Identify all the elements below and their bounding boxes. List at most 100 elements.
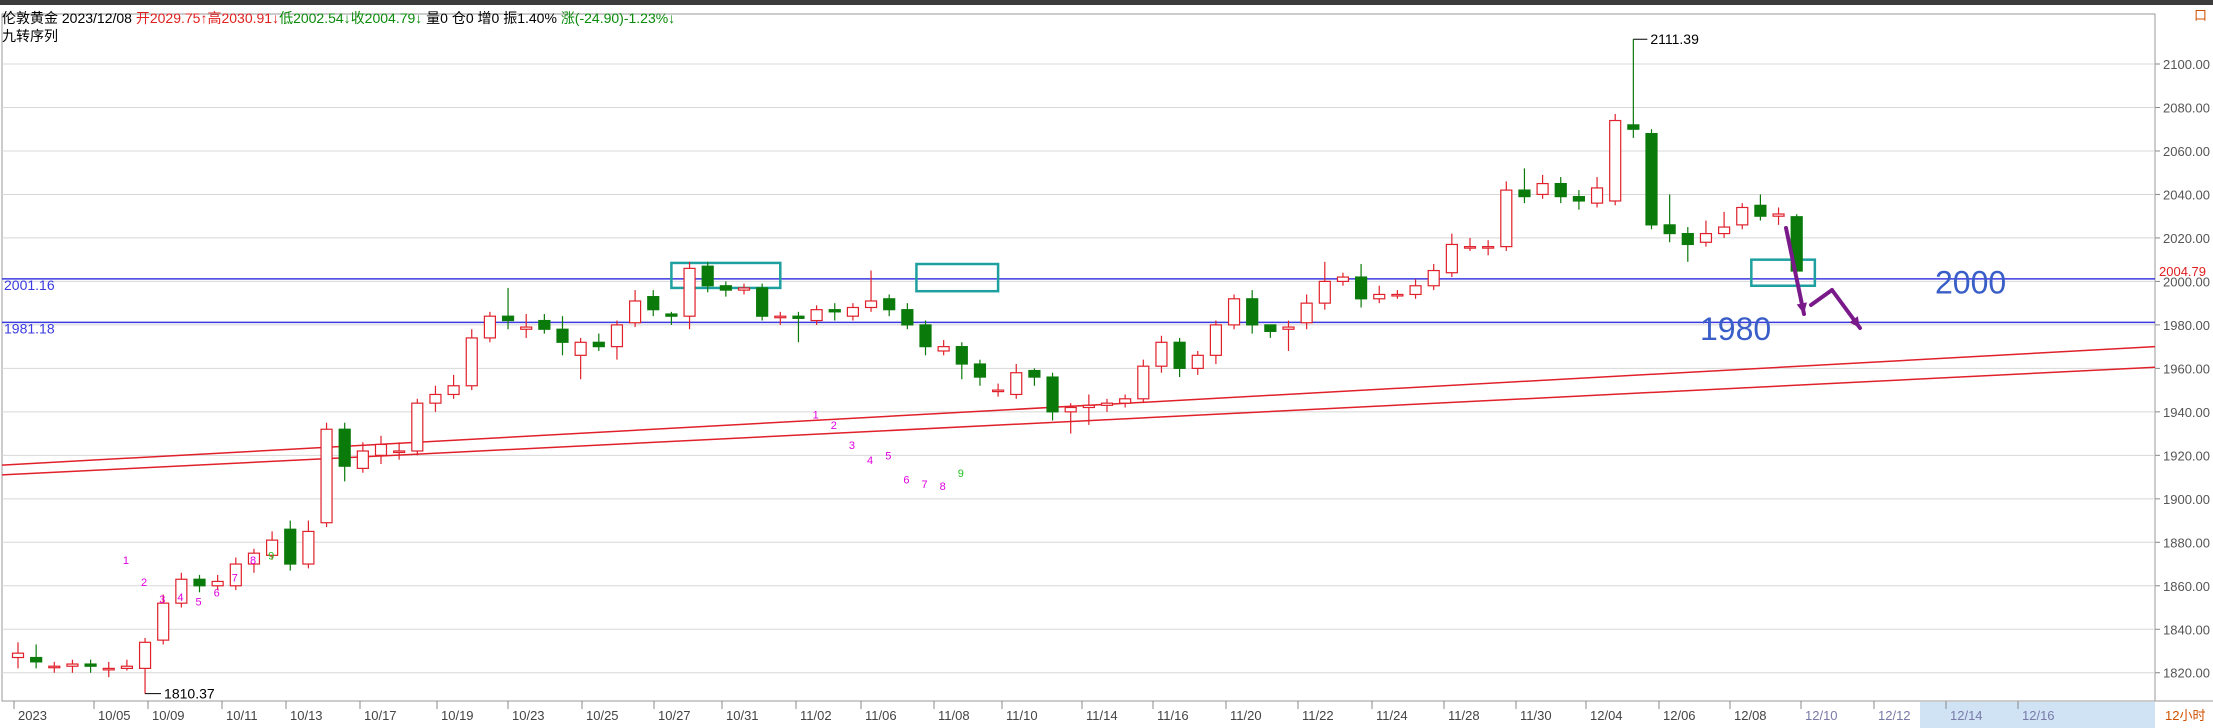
indicator-name: 九转序列: [2, 28, 58, 44]
candle-up: [1137, 365, 1150, 400]
x-tick-label: 10/19: [441, 708, 474, 723]
candle-up: [520, 326, 533, 330]
x-tick-label: 10/25: [586, 708, 619, 723]
candle-up: [120, 665, 134, 669]
candle-up: [374, 443, 388, 456]
candle-up: [1064, 406, 1077, 413]
candlestick-chart[interactable]: 1820.00 1840.00 1860.00 1880.00 1900.00 1920.…: [0, 0, 2213, 728]
x-tick-label: 12/06: [1663, 708, 1696, 723]
candle-down: [1681, 232, 1694, 246]
candle-up: [1590, 187, 1604, 204]
candle-up: [737, 287, 751, 291]
x-tick-label: 10/17: [364, 708, 397, 723]
x-tick-label: 11/16: [1157, 708, 1189, 723]
candle-down: [1028, 369, 1041, 378]
td-count-label: 7: [232, 572, 238, 584]
x-tick-label: 12/12: [1878, 708, 1911, 723]
plot-frame: [1, 13, 2156, 702]
candle-down: [1754, 204, 1767, 217]
td-count-label: 6: [214, 588, 220, 600]
candle-up: [1717, 226, 1731, 235]
x-tick-label: 11/02: [800, 708, 832, 723]
candle-down: [1173, 341, 1186, 369]
candle-up: [810, 309, 823, 322]
candle-up: [610, 324, 624, 348]
candle-up: [1536, 182, 1549, 196]
candle-up: [991, 389, 1005, 393]
candle-up: [1463, 246, 1477, 249]
candle-down: [1246, 298, 1259, 326]
y-tick-label: 1860.00: [2163, 579, 2210, 594]
symbol-date: 伦敦黄金 2023/12/08: [2, 10, 136, 26]
current-price-label: 2004.79: [2159, 264, 2206, 279]
candle-down: [1518, 189, 1531, 198]
timeframe-label: 12小时: [2165, 708, 2205, 723]
td-count-label: 3: [849, 440, 855, 452]
candle-up: [1772, 213, 1785, 217]
low-value: 低2002.54↓: [279, 10, 351, 26]
x-tick-label: 11/30: [1520, 708, 1552, 723]
candle-up: [683, 267, 696, 317]
candle-up: [1482, 246, 1495, 249]
y-tick-label: 1880.00: [2163, 535, 2210, 550]
candle-up: [157, 602, 170, 641]
candle-up: [937, 346, 950, 352]
x-tick-label: 12/08: [1734, 708, 1767, 723]
annotation-2000: 2000: [1935, 264, 2006, 300]
candle-up: [1119, 398, 1132, 404]
candle-down: [1264, 324, 1277, 333]
candle-up: [393, 450, 406, 454]
candle-up: [1155, 341, 1168, 367]
y-tick-label: 2020.00: [2163, 231, 2210, 246]
candle-up: [447, 385, 460, 396]
candle-up: [66, 663, 79, 667]
y-tick-label: 1900.00: [2163, 492, 2210, 507]
candle-down: [792, 315, 805, 319]
x-tick-label: 10/09: [152, 708, 185, 723]
y-tick-label: 1840.00: [2163, 622, 2210, 637]
candle-up: [1082, 404, 1095, 409]
candle-up: [1010, 372, 1023, 396]
candle-down: [284, 528, 297, 565]
high-price-label: 2111.39: [1650, 31, 1699, 47]
y-tick-label: 1980.00: [2163, 318, 2210, 333]
td-count-label: 7: [922, 479, 928, 491]
td-count-label: 4: [177, 592, 183, 604]
x-tick-label: 10/27: [658, 708, 691, 723]
candle-down: [30, 656, 43, 663]
candle-up: [138, 641, 152, 669]
td-count-label: 2: [141, 577, 147, 589]
candle-up: [1736, 206, 1749, 226]
candle-down: [501, 315, 515, 322]
y-tick-label: 1940.00: [2163, 405, 2210, 420]
x-tick-label: 12/16: [2022, 708, 2055, 723]
candle-down: [592, 341, 605, 348]
quote-header: 伦敦黄金 2023/12/08 开2029.75↑高2030.91↓低2002.…: [2, 10, 675, 26]
candle-up: [1500, 189, 1513, 248]
x-tick-label: 11/08: [938, 708, 970, 723]
td-count-label: 1: [123, 555, 129, 567]
x-tick-label: 10/11: [226, 708, 258, 723]
candle-up: [102, 667, 115, 671]
x-tick-label: 11/28: [1448, 708, 1480, 723]
candle-up: [356, 450, 369, 469]
change-value: 涨(-24.90)-1.23%↓: [561, 10, 675, 26]
support-label-2001.16: 2001.16: [4, 277, 55, 293]
volume-stats: 量0 仓0 增0 振1.40%: [422, 10, 561, 26]
candle-up: [1391, 293, 1404, 297]
y-tick-label: 1820.00: [2163, 666, 2210, 681]
td-count-label: 6: [903, 475, 909, 487]
candle-down: [84, 663, 97, 667]
open-value: 开2029.75↑: [136, 10, 208, 26]
candle-up: [320, 428, 333, 524]
candle-up: [1282, 326, 1295, 330]
candle-down: [919, 324, 932, 348]
x-tick-label: 10/23: [512, 708, 545, 723]
candle-down: [1554, 182, 1567, 198]
candle-up: [628, 300, 642, 324]
candle-down: [973, 363, 987, 378]
td-count-label: 1: [813, 409, 819, 421]
low-price-label: 1810.37: [164, 686, 215, 702]
candle-up: [1336, 276, 1350, 283]
candle-down: [756, 287, 769, 317]
